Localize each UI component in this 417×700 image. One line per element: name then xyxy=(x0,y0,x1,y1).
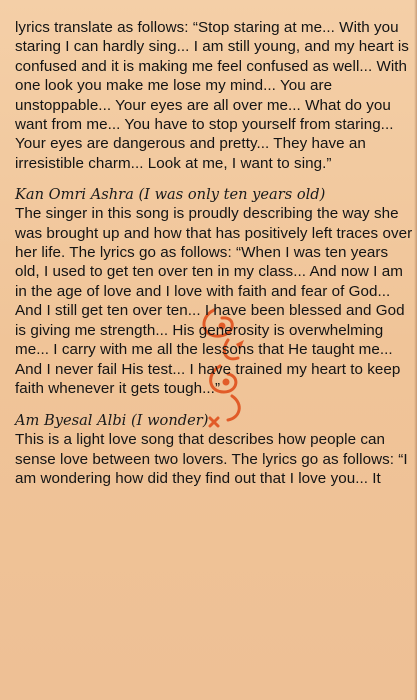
song-heading-kan-omri-ashra: Kan Omri Ashra (I was only ten years old… xyxy=(15,186,326,204)
intro-paragraph: lyrics translate as follows: “Stop stari… xyxy=(15,19,409,172)
booklet-page: lyrics translate as follows: “Stop stari… xyxy=(0,0,417,700)
song-description-kan-omri-ashra: The singer in this song is proudly descr… xyxy=(15,205,413,397)
song-description-am-byesal-albi: This is a light love song that describes… xyxy=(15,431,408,488)
lyrics-text-column: lyrics translate as follows: “Stop stari… xyxy=(15,18,413,489)
song-heading-am-byesal-albi: Am Byesal Albi (I wonder) xyxy=(15,412,209,430)
